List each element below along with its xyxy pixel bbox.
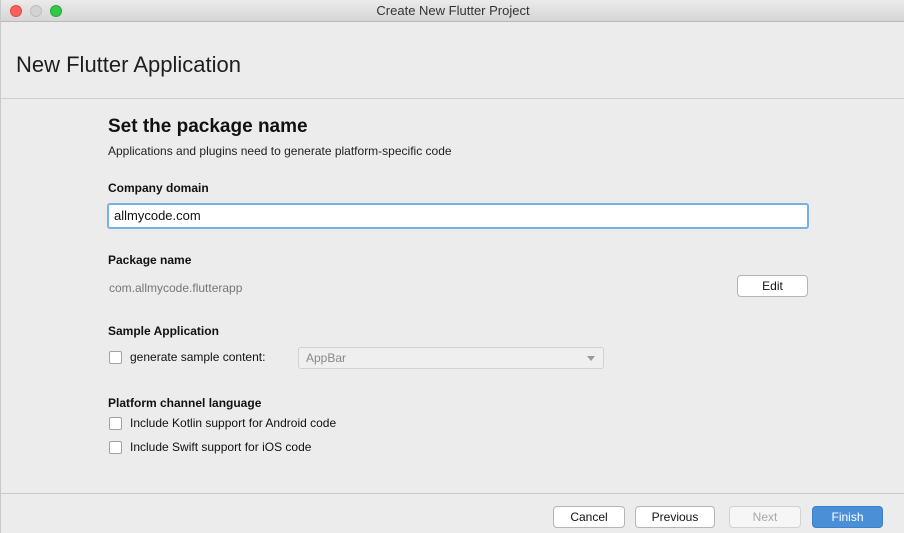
finish-button[interactable]: Finish xyxy=(812,506,883,528)
dialog-window: Create New Flutter Project New Flutter A… xyxy=(0,0,904,533)
next-button[interactable]: Next xyxy=(729,506,801,528)
wizard-footer: Cancel Previous Next Finish xyxy=(1,493,904,533)
title-bar: Create New Flutter Project xyxy=(1,0,904,22)
kotlin-checkbox-row[interactable]: Include Kotlin support for Android code xyxy=(109,416,369,432)
swift-checkbox-row[interactable]: Include Swift support for iOS code xyxy=(109,440,349,456)
swift-checkbox[interactable] xyxy=(109,441,122,454)
package-name-label: Package name xyxy=(108,253,192,267)
page-title: New Flutter Application xyxy=(16,52,241,77)
window-title: Create New Flutter Project xyxy=(376,3,530,18)
cancel-button[interactable]: Cancel xyxy=(553,506,625,528)
section-description: Applications and plugins need to generat… xyxy=(108,144,452,158)
swift-label: Include Swift support for iOS code xyxy=(130,440,312,454)
edit-package-button[interactable]: Edit xyxy=(737,275,808,297)
generate-sample-checkbox-row[interactable]: generate sample content: xyxy=(109,350,294,366)
sample-select-value: AppBar xyxy=(306,351,347,365)
wizard-header: New Flutter Application xyxy=(1,22,904,99)
sample-application-label: Sample Application xyxy=(108,324,219,338)
generate-sample-checkbox[interactable] xyxy=(109,351,122,364)
platform-channel-label: Platform channel language xyxy=(108,396,262,410)
sample-select[interactable]: AppBar xyxy=(298,347,604,369)
company-domain-input[interactable]: allmycode.com xyxy=(107,203,809,229)
generate-sample-label: generate sample content: xyxy=(130,350,266,364)
kotlin-checkbox[interactable] xyxy=(109,417,122,430)
kotlin-label: Include Kotlin support for Android code xyxy=(130,416,337,430)
package-name-value: com.allmycode.flutterapp xyxy=(109,281,243,295)
wizard-content: Set the package name Applications and pl… xyxy=(1,99,904,493)
chevron-down-icon xyxy=(587,356,595,361)
company-domain-label: Company domain xyxy=(108,181,209,195)
section-title: Set the package name xyxy=(108,116,308,137)
previous-button[interactable]: Previous xyxy=(635,506,715,528)
